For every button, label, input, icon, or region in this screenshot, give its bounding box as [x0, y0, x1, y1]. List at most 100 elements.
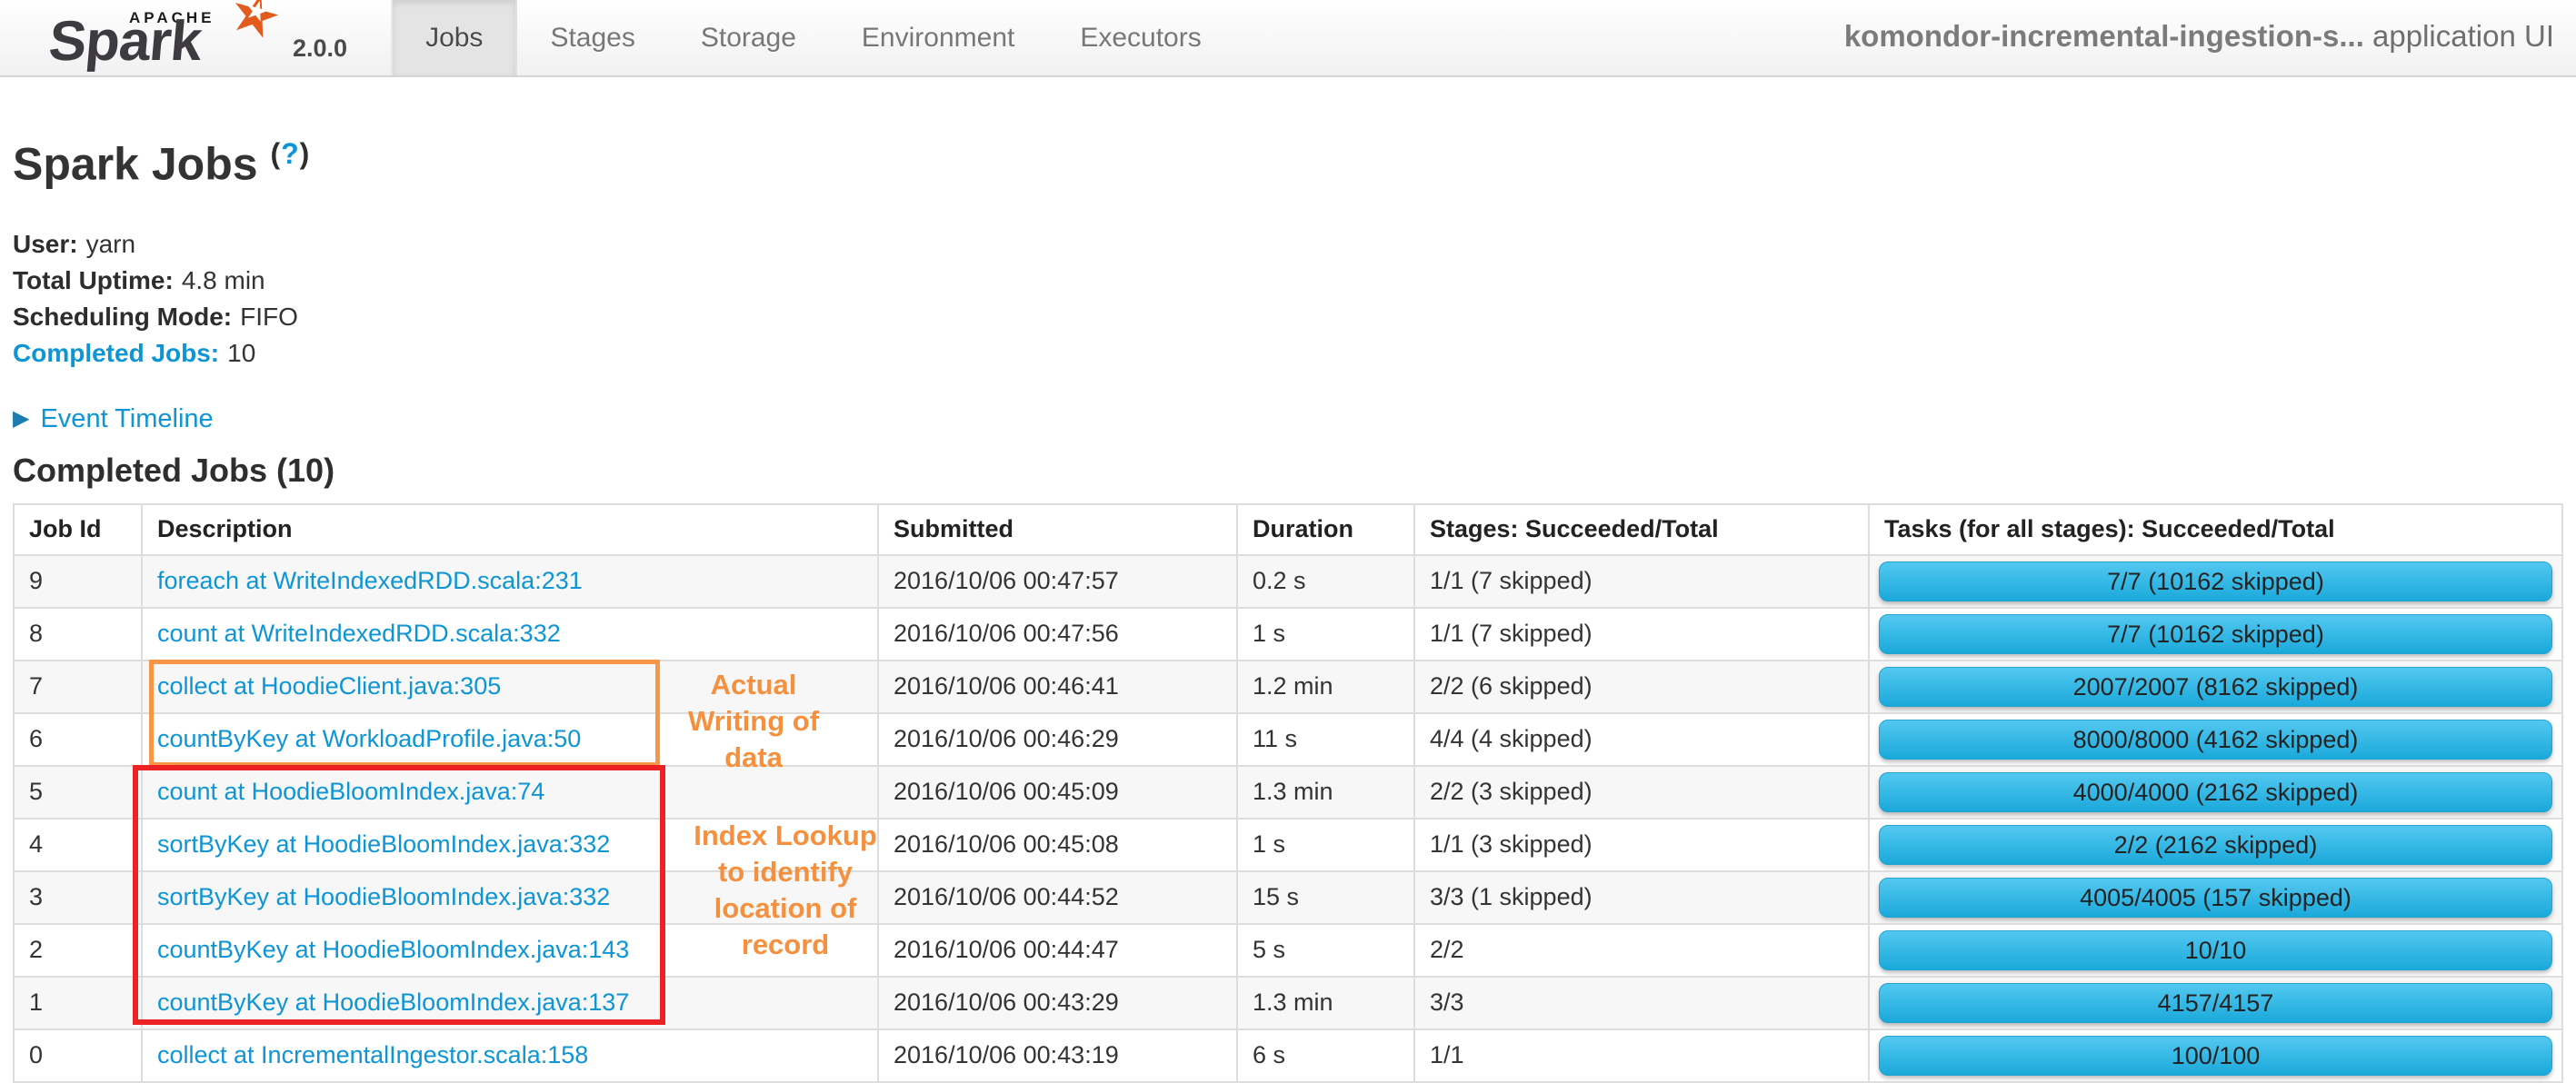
- job-id-cell: 7: [14, 661, 142, 713]
- table-row: 4 sortByKey at HoodieBloomIndex.java:332 2…: [14, 819, 2562, 871]
- job-description-link[interactable]: sortByKey at HoodieBloomIndex.java:332: [157, 883, 610, 910]
- tab-jobs[interactable]: Jobs: [393, 0, 517, 75]
- job-description-link[interactable]: foreach at WriteIndexedRDD.scala:231: [157, 567, 583, 594]
- event-timeline-toggle[interactable]: ▶Event Timeline: [13, 404, 2563, 434]
- table-header-row: Job Id Description Submitted Duration St…: [14, 504, 2562, 555]
- event-timeline-label: Event Timeline: [40, 404, 213, 433]
- job-description-link[interactable]: countByKey at WorkloadProfile.java:50: [157, 725, 581, 752]
- submitted-cell: 2016/10/06 00:44:52: [878, 871, 1237, 924]
- stages-cell: 1/1 (7 skipped): [1414, 555, 1869, 608]
- tasks-cell: 2007/2007 (8162 skipped): [1869, 661, 2562, 713]
- submitted-cell: 2016/10/06 00:43:19: [878, 1029, 1237, 1082]
- stages-cell: 1/1 (3 skipped): [1414, 819, 1869, 871]
- col-header-tasks[interactable]: Tasks (for all stages): Succeeded/Total: [1869, 504, 2562, 555]
- submitted-cell: 2016/10/06 00:45:08: [878, 819, 1237, 871]
- stages-cell: 2/2 (6 skipped): [1414, 661, 1869, 713]
- task-progress-bar: 10/10: [1879, 930, 2552, 970]
- tasks-cell: 8000/8000 (4162 skipped): [1869, 713, 2562, 766]
- info-uptime-label: Total Uptime:: [13, 266, 174, 294]
- task-progress-bar: 4005/4005 (157 skipped): [1879, 878, 2552, 918]
- application-name: komondor-incremental-ingestion-s...: [1844, 19, 2364, 53]
- stages-cell: 2/2 (3 skipped): [1414, 766, 1869, 819]
- stages-cell: 3/3: [1414, 977, 1869, 1029]
- job-description-link[interactable]: countByKey at HoodieBloomIndex.java:137: [157, 989, 629, 1016]
- info-user-label: User:: [13, 230, 78, 258]
- stages-cell: 1/1 (7 skipped): [1414, 608, 1869, 661]
- job-id-cell: 9: [14, 555, 142, 608]
- help-paren-open: (: [270, 137, 281, 170]
- info-scheduling-mode-value: FIFO: [240, 303, 298, 331]
- col-header-stages[interactable]: Stages: Succeeded/Total: [1414, 504, 1869, 555]
- description-cell: sortByKey at HoodieBloomIndex.java:332: [142, 819, 878, 871]
- duration-cell: 1.3 min: [1237, 977, 1414, 1029]
- task-progress-bar: 7/7 (10162 skipped): [1879, 614, 2552, 654]
- table-row: 7 collect at HoodieClient.java:305 2016/10…: [14, 661, 2562, 713]
- page-title-text: Spark Jobs: [13, 139, 258, 190]
- duration-cell: 1.2 min: [1237, 661, 1414, 713]
- task-progress-bar: 2007/2007 (8162 skipped): [1879, 667, 2552, 707]
- nav-tabs: Jobs Stages Storage Environment Executor…: [391, 0, 1234, 75]
- section-title: Completed Jobs (10): [13, 452, 2563, 489]
- job-description-link[interactable]: countByKey at HoodieBloomIndex.java:143: [157, 936, 629, 963]
- submitted-cell: 2016/10/06 00:45:09: [878, 766, 1237, 819]
- tasks-cell: 4005/4005 (157 skipped): [1869, 871, 2562, 924]
- info-uptime: Total Uptime: 4.8 min: [13, 263, 2563, 299]
- col-header-description[interactable]: Description: [142, 504, 878, 555]
- col-header-job-id[interactable]: Job Id: [14, 504, 142, 555]
- job-description-link[interactable]: collect at IncrementalIngestor.scala:158: [157, 1041, 588, 1068]
- table-row: 0 collect at IncrementalIngestor.scala:15…: [14, 1029, 2562, 1082]
- tasks-cell: 10/10: [1869, 924, 2562, 977]
- tab-stages[interactable]: Stages: [517, 0, 667, 75]
- description-cell: foreach at WriteIndexedRDD.scala:231: [142, 555, 878, 608]
- job-description-link[interactable]: collect at HoodieClient.java:305: [157, 672, 501, 700]
- submitted-cell: 2016/10/06 00:46:29: [878, 713, 1237, 766]
- table-row: 5count at HoodieBloomIndex.java:742016/1…: [14, 766, 2562, 819]
- task-progress-bar: 8000/8000 (4162 skipped): [1879, 720, 2552, 760]
- job-id-cell: 3: [14, 871, 142, 924]
- submitted-cell: 2016/10/06 00:46:41: [878, 661, 1237, 713]
- completed-jobs-count: 10: [227, 339, 255, 367]
- completed-jobs-link[interactable]: Completed Jobs:: [13, 339, 219, 367]
- table-row: 8count at WriteIndexedRDD.scala:3322016/…: [14, 608, 2562, 661]
- duration-cell: 15 s: [1237, 871, 1414, 924]
- completed-jobs-table: Job Id Description Submitted Duration St…: [13, 503, 2563, 1083]
- tasks-cell: 4157/4157: [1869, 977, 2562, 1029]
- tasks-cell: 7/7 (10162 skipped): [1869, 555, 2562, 608]
- table-row: 2countByKey at HoodieBloomIndex.java:143…: [14, 924, 2562, 977]
- spark-star-icon: ★★: [229, 0, 289, 48]
- spark-version: 2.0.0: [293, 35, 347, 63]
- info-completed-jobs: Completed Jobs: 10: [13, 335, 2563, 372]
- jobs-table-body: 9 foreach at WriteIndexedRDD.scala:231 201…: [14, 555, 2562, 1082]
- job-id-cell: 8: [14, 608, 142, 661]
- info-uptime-value: 4.8 min: [182, 266, 265, 294]
- job-description-link[interactable]: count at HoodieBloomIndex.java:74: [157, 778, 544, 805]
- stages-cell: 2/2: [1414, 924, 1869, 977]
- help-question-icon[interactable]: ?: [281, 137, 300, 170]
- tab-storage[interactable]: Storage: [668, 0, 829, 75]
- col-header-duration[interactable]: Duration: [1237, 504, 1414, 555]
- col-header-submitted[interactable]: Submitted: [878, 504, 1237, 555]
- tasks-cell: 7/7 (10162 skipped): [1869, 608, 2562, 661]
- spark-logo-link[interactable]: APACHE Spark ★★ 2.0.0: [0, 0, 353, 75]
- help-link[interactable]: (?): [270, 137, 310, 170]
- job-description-link[interactable]: sortByKey at HoodieBloomIndex.java:332: [157, 830, 610, 858]
- job-id-cell: 6: [14, 713, 142, 766]
- duration-cell: 1 s: [1237, 608, 1414, 661]
- job-description-link[interactable]: count at WriteIndexedRDD.scala:332: [157, 620, 561, 647]
- task-progress-bar: 4000/4000 (2162 skipped): [1879, 772, 2552, 812]
- tab-environment[interactable]: Environment: [829, 0, 1047, 75]
- duration-cell: 5 s: [1237, 924, 1414, 977]
- job-id-cell: 1: [14, 977, 142, 1029]
- task-progress-bar: 7/7 (10162 skipped): [1879, 561, 2552, 601]
- task-progress-bar: 2/2 (2162 skipped): [1879, 825, 2552, 865]
- description-cell: count at WriteIndexedRDD.scala:332: [142, 608, 878, 661]
- task-progress-bar: 4157/4157: [1879, 983, 2552, 1023]
- job-id-cell: 0: [14, 1029, 142, 1082]
- duration-cell: 0.2 s: [1237, 555, 1414, 608]
- page-title: Spark Jobs (?): [13, 128, 2563, 190]
- description-cell: collect at IncrementalIngestor.scala:158: [142, 1029, 878, 1082]
- tab-executors[interactable]: Executors: [1047, 0, 1233, 75]
- job-id-cell: 4: [14, 819, 142, 871]
- submitted-cell: 2016/10/06 00:43:29: [878, 977, 1237, 1029]
- table-row: 6 countByKey at WorkloadProfile.java:50 20…: [14, 713, 2562, 766]
